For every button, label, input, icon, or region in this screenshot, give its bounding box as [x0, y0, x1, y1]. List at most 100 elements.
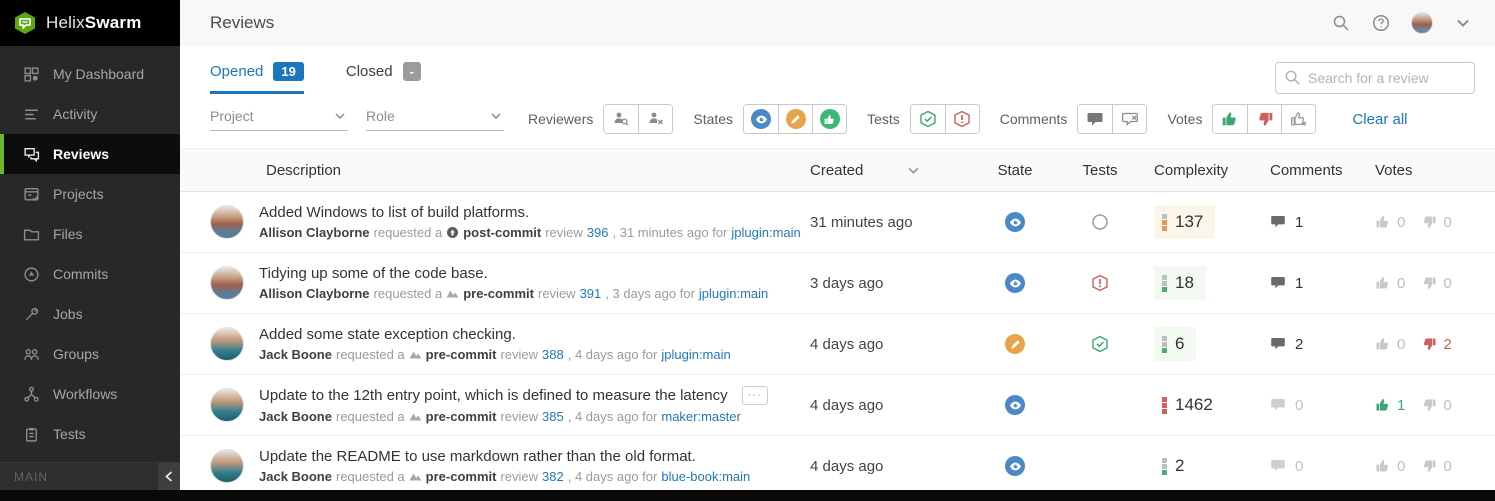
vote-down-count: 2	[1443, 335, 1452, 353]
author-avatar[interactable]	[210, 327, 244, 361]
table-row[interactable]: Tidying up some of the code base. Alliso…	[180, 253, 1495, 314]
branch-link[interactable]: blue-book:main	[661, 469, 750, 484]
filter-bar: Project Role Reviewers States Tests Comm…	[180, 94, 1495, 148]
table-row[interactable]: Added Windows to list of build platforms…	[180, 192, 1495, 253]
review-id-link[interactable]: 388	[542, 347, 564, 362]
branch-link[interactable]: jplugin:main	[731, 225, 800, 240]
pre-commit-icon	[409, 473, 422, 481]
vote-down[interactable]: 0	[1421, 458, 1452, 475]
sidebar-item-workflows[interactable]: Workflows	[0, 374, 180, 414]
sidebar-item-reviews[interactable]: Reviews	[0, 134, 180, 174]
tests-passed-icon[interactable]	[910, 105, 945, 133]
vote-up[interactable]: 0	[1375, 214, 1405, 231]
review-id-link[interactable]: 382	[542, 469, 564, 484]
review-title-link[interactable]: Added Windows to list of build platforms…	[259, 204, 529, 221]
app-logo[interactable]: HelixSwarm	[0, 0, 180, 46]
vote-down[interactable]: 0	[1421, 274, 1452, 292]
table-row[interactable]: Update the README to use markdown rather…	[180, 436, 1495, 497]
vote-down[interactable]: 0	[1421, 214, 1452, 231]
review-id-link[interactable]: 391	[580, 286, 602, 301]
chevron-left-icon	[165, 471, 173, 482]
sidebar-item-groups[interactable]: Groups	[0, 334, 180, 374]
sidebar-item-jobs[interactable]: Jobs	[0, 294, 180, 334]
sidebar-collapse-button[interactable]	[158, 462, 180, 491]
sidebar-item-activity[interactable]: Activity	[0, 94, 180, 134]
closed-count-badge: -	[402, 62, 421, 81]
sidebar-footer: MAIN	[0, 462, 180, 491]
vote-up[interactable]: 0	[1375, 336, 1405, 353]
state-needs-review-icon	[1005, 212, 1025, 232]
comments-cell: 1	[1240, 275, 1350, 292]
more-button[interactable]: ···	[741, 386, 768, 405]
branch-link[interactable]: jplugin:main	[661, 347, 730, 362]
complexity-bar	[1162, 274, 1167, 292]
complexity-value: 2	[1175, 456, 1185, 475]
vote-up[interactable]: 0	[1375, 458, 1405, 475]
role-filter-select[interactable]: Role	[366, 108, 504, 131]
voted-down-icon[interactable]	[1247, 105, 1282, 133]
no-comments-icon[interactable]	[1112, 105, 1147, 133]
author-avatar[interactable]	[210, 266, 244, 300]
review-title-link[interactable]: Update to the 12th entry point, which is…	[259, 387, 728, 404]
review-search	[1275, 62, 1475, 94]
review-id-link[interactable]: 396	[587, 225, 609, 240]
sidebar-item-my-dashboard[interactable]: My Dashboard	[0, 54, 180, 94]
sidebar-item-commits[interactable]: Commits	[0, 254, 180, 294]
clear-all-link[interactable]: Clear all	[1352, 111, 1407, 128]
toolbar: Opened 19 Closed -	[180, 46, 1495, 94]
has-comments-icon[interactable]	[1078, 105, 1113, 133]
review-title-link[interactable]: Tidying up some of the code base.	[259, 265, 488, 282]
author-avatar[interactable]	[210, 205, 244, 239]
commit-type-label: pre-commit	[425, 409, 497, 424]
meta-tail-text: , 4 days ago for	[567, 469, 658, 484]
vote-down[interactable]: 0	[1421, 397, 1452, 414]
vote-up[interactable]: 1	[1375, 397, 1405, 414]
author-avatar[interactable]	[210, 449, 244, 483]
no-votes-icon[interactable]	[1281, 105, 1316, 133]
meta-tail-text: , 3 days ago for	[605, 286, 695, 301]
table-row[interactable]: Added some state exception checking. Jac…	[180, 314, 1495, 375]
thumbs-up-icon	[1376, 277, 1389, 289]
column-complexity: Complexity	[1154, 161, 1229, 179]
complexity-bar	[1162, 335, 1167, 353]
review-title-link[interactable]: Added some state exception checking.	[259, 326, 516, 343]
review-id-link[interactable]: 385	[542, 409, 564, 424]
needs-revision-icon[interactable]	[778, 105, 813, 133]
branch-link[interactable]: maker:master	[661, 409, 740, 424]
comments-filter-label: Comments	[999, 111, 1068, 127]
column-created[interactable]: Created	[810, 162, 970, 179]
tests-failed-icon[interactable]	[944, 105, 979, 133]
branch-link[interactable]: jplugin:main	[699, 286, 768, 301]
review-title-link[interactable]: Update the README to use markdown rather…	[259, 448, 696, 465]
tab-closed[interactable]: Closed -	[346, 62, 421, 94]
vote-up-count: 1	[1397, 396, 1406, 414]
jobs-icon	[25, 307, 39, 320]
thumbs-down-icon	[1424, 460, 1436, 472]
voted-up-icon[interactable]	[1213, 105, 1248, 133]
thumbs-up-icon	[1376, 338, 1389, 350]
user-avatar[interactable]	[1411, 12, 1433, 34]
search-input[interactable]	[1275, 62, 1475, 94]
search-icon[interactable]	[1331, 13, 1351, 33]
table-row[interactable]: Update to the 12th entry point, which is…	[180, 375, 1495, 436]
project-filter-select[interactable]: Project	[210, 108, 348, 131]
meta-requested-text: requested a	[335, 469, 405, 484]
tab-opened[interactable]: Opened 19	[210, 62, 304, 94]
author-avatar[interactable]	[210, 388, 244, 422]
approved-icon[interactable]	[812, 105, 847, 133]
state-cell	[970, 334, 1060, 354]
user-search-icon[interactable]	[604, 105, 639, 133]
vote-down[interactable]: 2	[1421, 335, 1452, 353]
chevron-down-icon[interactable]	[1453, 13, 1473, 33]
complexity-bar	[1162, 396, 1167, 414]
comment-count: 1	[1295, 274, 1304, 292]
vote-down-count: 0	[1443, 274, 1452, 292]
sidebar-item-files[interactable]: Files	[0, 214, 180, 254]
sidebar-item-tests[interactable]: Tests	[0, 414, 180, 454]
needs-review-icon[interactable]	[744, 105, 779, 133]
user-x-icon[interactable]	[638, 105, 673, 133]
sidebar-item-projects[interactable]: Projects	[0, 174, 180, 214]
vote-up[interactable]: 0	[1375, 275, 1405, 292]
help-icon[interactable]	[1371, 13, 1391, 33]
thumbs-down-icon	[1424, 216, 1436, 228]
